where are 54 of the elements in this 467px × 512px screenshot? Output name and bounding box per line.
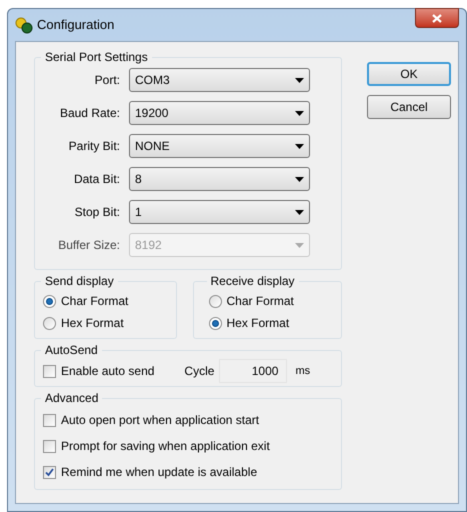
radio-button[interactable] [208,316,222,330]
dropdown[interactable]: 8 [129,167,310,191]
radio-option[interactable]: Char Format [43,290,168,312]
dropdown[interactable]: 1 [129,200,310,224]
field-label: Buffer Size: [57,237,121,254]
radio-button[interactable] [208,294,222,308]
field-label: Stop Bit: [74,204,121,221]
group-title: AutoSend [44,342,99,359]
radio-option[interactable]: Hex Format [208,312,333,334]
field-label: Parity Bit: [68,138,121,155]
radio-option[interactable]: Char Format [208,290,333,312]
dropdown-value: 8 [135,171,142,188]
field-label: Baud Rate: [58,105,121,122]
caret-icon [295,110,304,116]
checkbox-option[interactable]: Prompt for saving when application exit [43,435,270,457]
caret-icon [295,242,304,248]
checkbox[interactable] [43,414,56,426]
caret-icon [295,176,304,182]
checkbox[interactable] [43,364,56,378]
radio-button[interactable] [43,316,56,330]
dialog-button[interactable]: Cancel [367,95,451,119]
dialog-button[interactable]: OK [367,62,451,86]
dropdown-value: 19200 [135,105,168,122]
dropdown-value: 1 [135,204,142,221]
dropdown-value: 8192 [135,237,162,254]
dropdown-value: COM3 [135,72,170,89]
caret-icon [295,210,304,214]
checkbox[interactable] [43,440,56,452]
group-title: Serial Port Settings [44,49,149,66]
checkbox-option[interactable]: Auto open port when application start [43,409,260,431]
caret-icon [295,78,304,82]
group-title: Send display [44,273,115,290]
group-title: Advanced [44,390,100,407]
checkmark-icon [45,468,54,476]
radio-option[interactable]: Hex Format [43,312,168,334]
radio-button[interactable] [43,294,56,308]
close-button[interactable] [415,8,459,28]
checkbox-option[interactable]: Enable auto send [43,360,154,382]
dropdown[interactable]: COM3 [129,68,310,92]
cycle-field[interactable]: 1000 [219,359,288,383]
dropdown[interactable]: NONE [129,134,310,158]
dropdown[interactable]: 19200 [129,101,310,125]
checkbox[interactable] [43,466,56,478]
dropdown-value: NONE [135,138,170,155]
field-label: Port: [94,72,121,89]
checkbox-option[interactable]: Remind me when update is available [43,461,258,483]
cycle-label: Cycle [184,363,214,380]
window-title: Configuration [37,16,114,34]
group-title: Receive display [210,273,296,290]
unit-label: ms [295,364,310,379]
close-icon [432,14,442,22]
app-icon [15,16,33,34]
caret-icon [295,144,304,148]
field-label: Data Bit: [72,171,121,188]
